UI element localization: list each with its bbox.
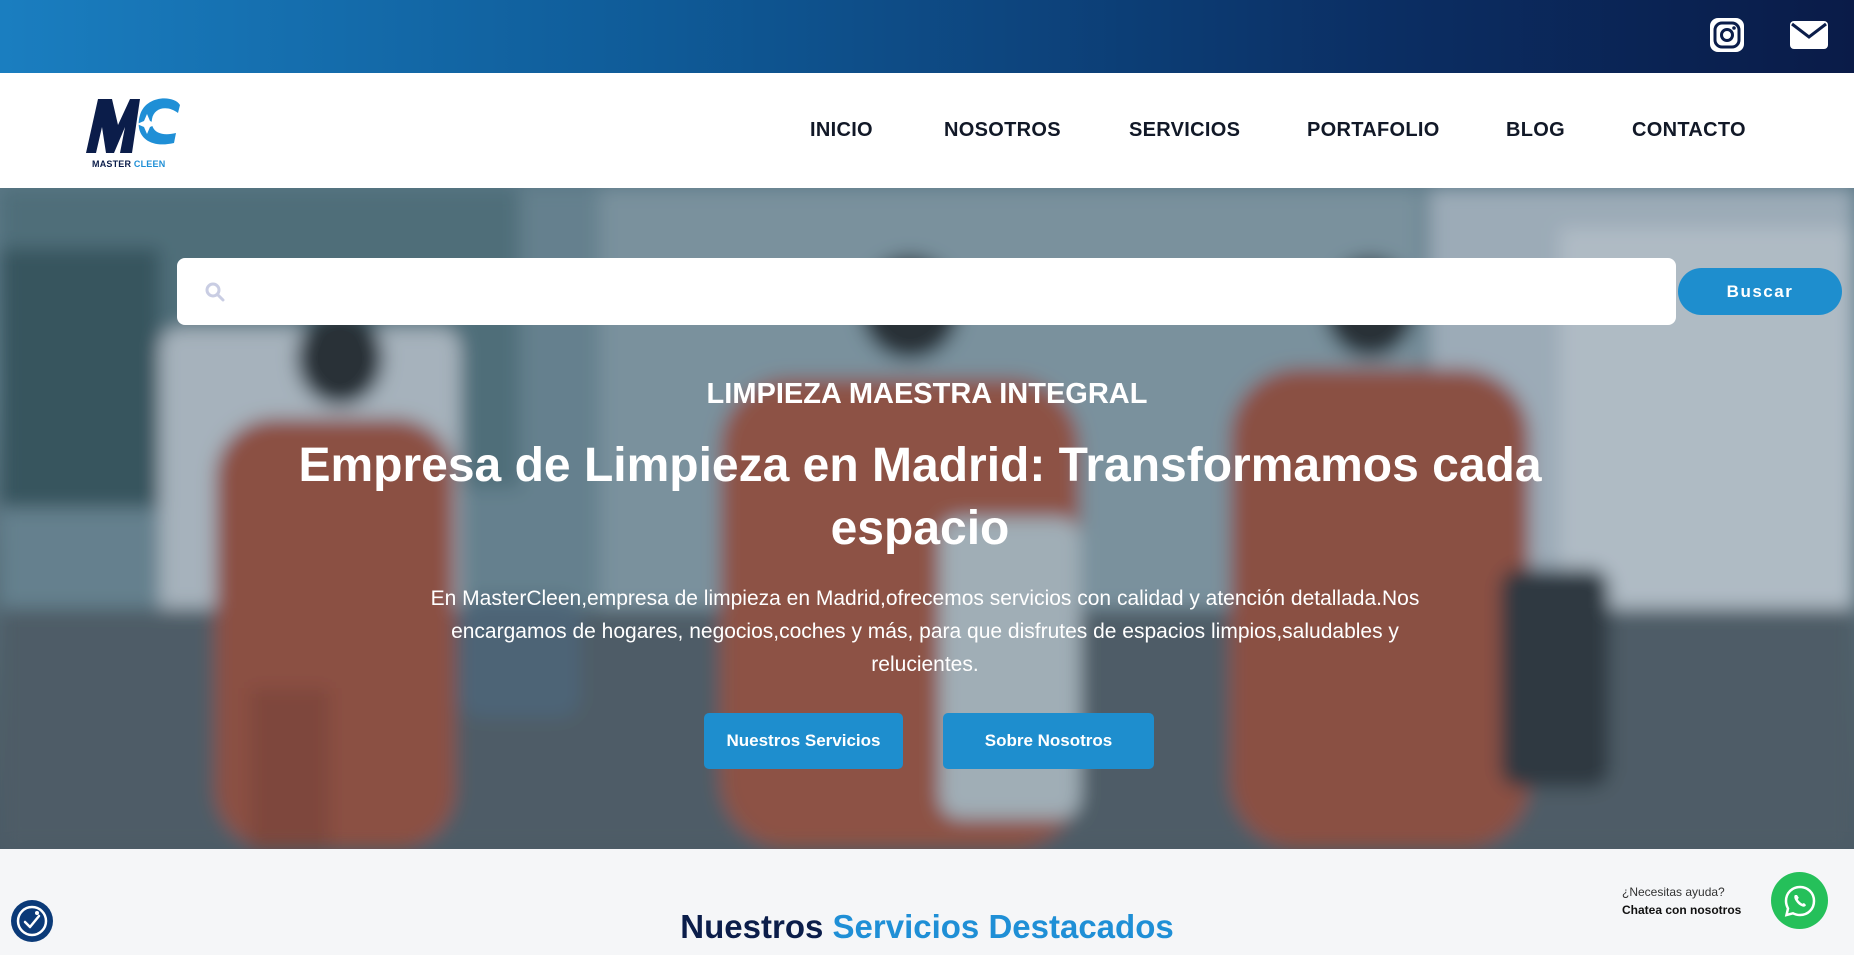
- whatsapp-button[interactable]: [1771, 872, 1828, 929]
- site-header: MASTER CLEEN INICIO NOSOTROS SERVICIOS P…: [0, 73, 1854, 188]
- hero-headline: Empresa de Limpieza en Madrid: Transform…: [298, 439, 1542, 555]
- search-input[interactable]: [237, 268, 1657, 315]
- about-us-button[interactable]: Sobre Nosotros: [943, 713, 1154, 769]
- nav-item-servicios[interactable]: SERVICIOS: [1129, 119, 1240, 142]
- hero-description: En MasterCleen,empresa de limpieza en Ma…: [430, 587, 1420, 676]
- mail-icon[interactable]: [1788, 14, 1830, 56]
- nav-item-inicio[interactable]: INICIO: [810, 119, 873, 142]
- hero-eyebrow: LIMPIEZA MAESTRA INTEGRAL: [706, 378, 1148, 410]
- whatsapp-icon: [1784, 885, 1815, 917]
- search-bar: Buscar: [177, 258, 1842, 325]
- chat-help-text: ¿Necesitas ayuda?: [1622, 885, 1725, 899]
- chat-prompt: ¿Necesitas ayuda? Chatea con nosotros: [1622, 883, 1741, 919]
- main-nav: INICIO NOSOTROS SERVICIOS PORTAFOLIO BLO…: [0, 73, 1854, 188]
- accessibility-button[interactable]: [11, 900, 53, 942]
- instagram-icon[interactable]: [1706, 14, 1748, 56]
- featured-services-title: Nuestros Servicios Destacados: [680, 908, 1174, 945]
- hero-section: Buscar LIMPIEZA MAESTRA INTEGRAL Empresa…: [0, 188, 1854, 849]
- our-services-button[interactable]: Nuestros Servicios: [704, 713, 903, 769]
- nav-item-nosotros[interactable]: NOSOTROS: [944, 119, 1061, 142]
- top-bar: [0, 0, 1854, 73]
- accessibility-icon: [16, 905, 48, 937]
- search-icon: [205, 282, 225, 302]
- nav-item-blog[interactable]: BLOG: [1506, 119, 1565, 142]
- nav-item-contacto[interactable]: CONTACTO: [1632, 119, 1746, 142]
- nav-item-portafolio[interactable]: PORTAFOLIO: [1307, 119, 1440, 142]
- search-button[interactable]: Buscar: [1678, 268, 1842, 315]
- chat-cta-text: Chatea con nosotros: [1622, 903, 1742, 917]
